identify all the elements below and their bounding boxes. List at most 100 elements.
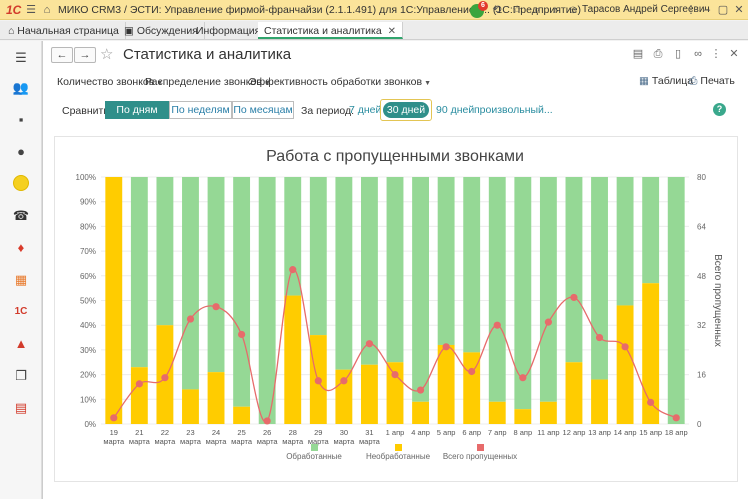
y-right-tick-label: 0 — [697, 420, 702, 429]
main-panel: ← → ☆ Статистика и аналитика ▤ ⎙ ▯ ∞ ⋮ ✕… — [42, 41, 748, 499]
favorites-icon[interactable]: ☆ — [510, 3, 524, 17]
legend-label: Необработанные — [366, 452, 431, 461]
bar-unprocessed — [105, 177, 123, 424]
notifications-button[interactable]: 6 — [470, 1, 488, 19]
print-icon[interactable]: ⎙ — [651, 47, 665, 61]
y-right-tick-label: 32 — [697, 321, 706, 330]
chart-title: Работа с пропущенными звонками — [266, 148, 524, 165]
chart-frame: Работа с пропущенными звонками 0% 10% 20% 30… — [54, 136, 738, 482]
user-icon[interactable]: ☺ — [566, 3, 580, 17]
tab-label: Статистика и аналитика — [264, 25, 382, 37]
home-icon[interactable]: ⌂ — [40, 3, 54, 17]
link-icon[interactable]: ∞ — [691, 47, 705, 61]
period-30-button[interactable]: 30 дней — [380, 99, 432, 121]
total-missed-point — [238, 330, 246, 339]
print-button[interactable]: ⎙ Печать — [689, 75, 735, 88]
tab-statistics[interactable]: Статистика и аналитика ✕ — [258, 22, 404, 39]
document-icon[interactable]: ▯ — [671, 47, 685, 61]
window-titlebar: 1С ☰ ⌂ МИКО CRM3 / ЭСТИ: Управление фирм… — [0, 0, 748, 20]
bar-processed — [412, 177, 430, 402]
bar-unprocessed — [207, 372, 225, 424]
search-icon[interactable]: ⌕ — [530, 3, 544, 17]
maximize-icon[interactable]: ▢ — [716, 3, 730, 17]
more-actions-icon[interactable]: ⋮ — [709, 47, 723, 61]
y-right-tick-label: 64 — [697, 222, 706, 231]
bar-unprocessed — [284, 295, 302, 424]
total-missed-point — [340, 377, 348, 385]
briefcase-icon[interactable]: ▪ — [12, 111, 30, 129]
x-tick-label: 25 — [237, 428, 245, 437]
bar-processed — [309, 177, 327, 336]
close-tab-icon[interactable]: ✕ — [388, 26, 396, 37]
table-button[interactable]: ▦ Таблица — [639, 75, 693, 87]
x-tick-label-line2: марта — [359, 437, 381, 446]
favorite-star-icon[interactable]: ☆ — [100, 45, 113, 63]
tabs-bar: ⌂ Начальная страница ▣ Обсуждения Информ… — [0, 21, 748, 40]
ruble-icon[interactable]: ● — [12, 143, 30, 161]
contacts-icon[interactable]: 👥 — [12, 79, 30, 97]
period-90-link[interactable]: 90 дней — [436, 104, 474, 116]
bar-unprocessed — [360, 364, 378, 424]
total-missed-point — [647, 398, 655, 406]
notification-count: 6 — [478, 1, 488, 11]
back-button[interactable]: ← — [51, 47, 73, 63]
help-icon[interactable]: ? — [713, 103, 726, 116]
menu-efficiency[interactable]: Эффективность обработки звонков ▼ — [249, 76, 431, 88]
period-custom-link[interactable]: произвольный... — [474, 104, 553, 116]
by-days-button[interactable]: По дням — [105, 101, 169, 119]
menu-icon[interactable]: ☰ — [24, 3, 38, 17]
period-7-link[interactable]: 7 дней — [349, 104, 381, 116]
total-missed-point — [519, 374, 527, 382]
x-tick-label: 12 апр — [563, 428, 586, 437]
close-window-icon[interactable]: ✕ — [732, 3, 746, 17]
documents-icon[interactable]: ❐ — [12, 367, 30, 385]
print-label: Печать — [700, 75, 735, 87]
x-tick-label: 13 апр — [588, 428, 611, 437]
legend-swatch — [311, 444, 318, 451]
x-tick-label-line2: марта — [180, 437, 202, 446]
bar-processed — [539, 177, 557, 402]
bar-unprocessed — [437, 344, 455, 424]
total-missed-point — [314, 377, 322, 385]
x-tick-label-line2: марта — [206, 437, 228, 446]
total-missed-point — [212, 303, 220, 311]
tab-home[interactable]: ⌂ Начальная страница — [2, 22, 126, 39]
save-icon[interactable]: ▤ — [631, 47, 645, 61]
y-left-tick-label: 80% — [80, 222, 96, 231]
total-missed-point — [595, 333, 604, 342]
close-form-icon[interactable]: ✕ — [727, 47, 741, 61]
bar-unprocessed — [514, 409, 532, 424]
more-icon[interactable]: ⋮ — [684, 3, 698, 17]
bar-processed — [591, 177, 608, 380]
onec-icon[interactable]: 1С — [12, 303, 30, 321]
chart-icon[interactable]: ▦ — [12, 271, 30, 289]
caret-down-icon: ▼ — [424, 80, 432, 87]
forward-button[interactable]: → — [74, 47, 96, 63]
bar-processed — [488, 177, 506, 402]
total-missed-point — [110, 414, 118, 422]
y-right-axis-label: Всего пропущенных — [712, 254, 723, 347]
history-icon[interactable]: ⟲ — [490, 3, 504, 17]
y-left-tick-label: 50% — [80, 297, 96, 306]
hamburger-icon[interactable]: ☰ — [12, 49, 30, 67]
bar-processed — [386, 177, 404, 363]
x-tick-label: 26 — [263, 428, 271, 437]
x-tick-label: 29 — [314, 428, 322, 437]
phone-icon[interactable]: ☎ — [12, 207, 30, 225]
x-tick-label: 5 апр — [437, 428, 456, 437]
table-label: Таблица — [651, 75, 694, 87]
bell-icon[interactable]: ♪ — [548, 3, 562, 17]
minimize-icon[interactable]: – — [700, 3, 714, 17]
by-weeks-button[interactable]: По неделям — [169, 101, 232, 119]
report-icon[interactable]: ▤ — [12, 399, 30, 417]
total-missed-point — [570, 293, 578, 302]
sun-icon[interactable] — [12, 175, 30, 193]
by-months-button[interactable]: По месяцам — [232, 101, 294, 119]
megaphone-icon[interactable]: ♦ — [12, 239, 30, 257]
x-tick-label-line2: марта — [154, 437, 176, 446]
bar-processed — [437, 177, 455, 345]
y-left-tick-label: 100% — [76, 173, 96, 182]
car-icon[interactable]: ▲ — [12, 335, 30, 353]
total-missed-point — [416, 386, 425, 394]
x-tick-label: 28 — [289, 428, 297, 437]
